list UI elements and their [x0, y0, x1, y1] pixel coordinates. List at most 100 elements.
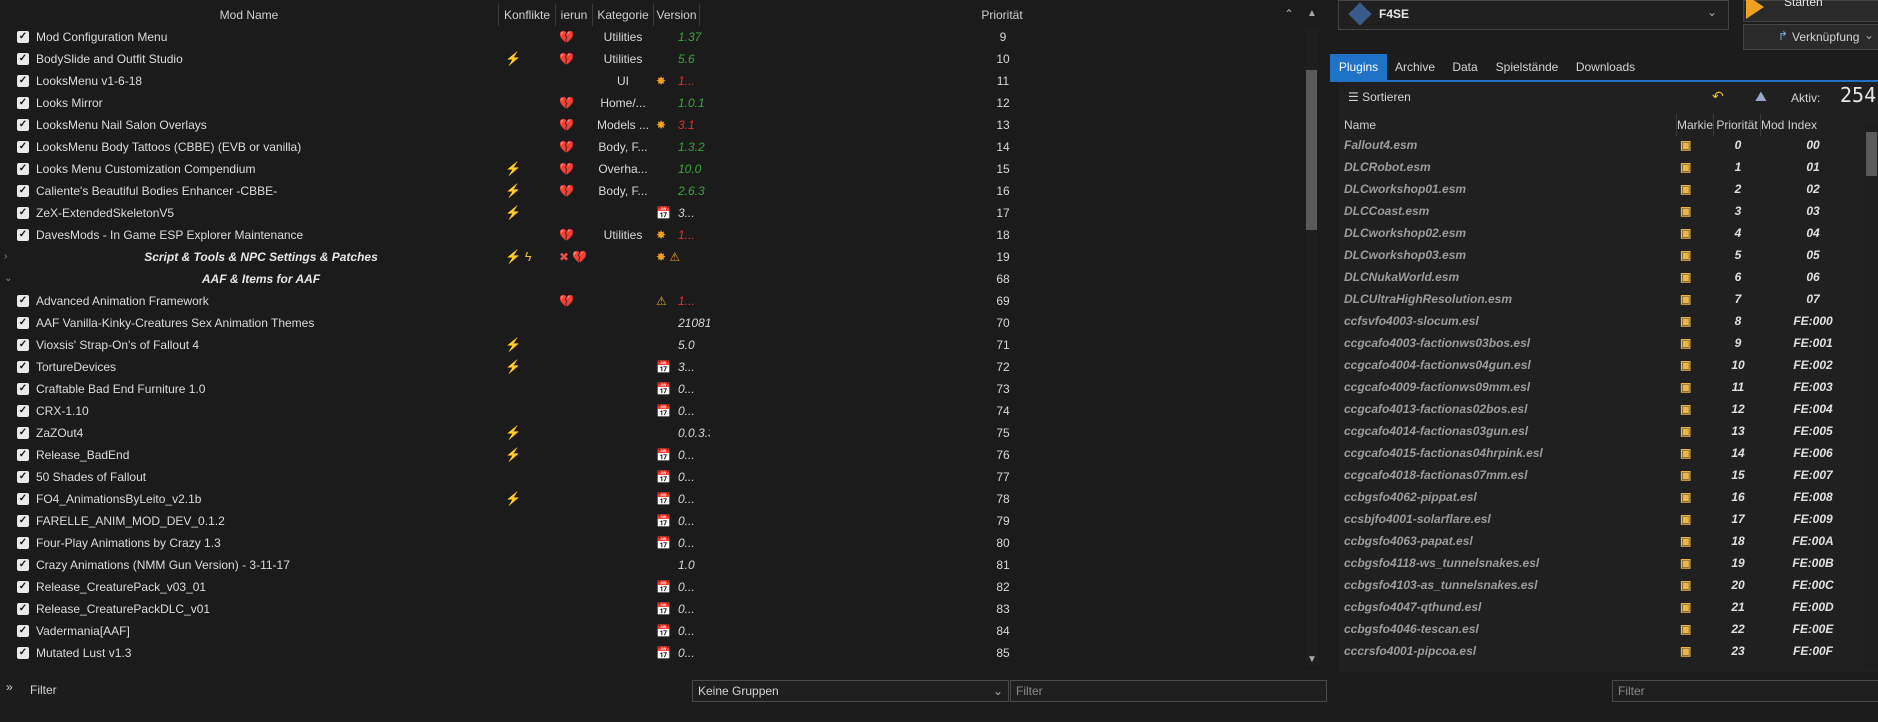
plugin-filter-input[interactable]: Filter [1612, 680, 1878, 702]
col-priority[interactable]: Priorität [700, 4, 1304, 26]
mod-enable-checkbox[interactable]: ✓ [17, 185, 29, 197]
collapse-up-icon[interactable]: ⌃ [1284, 7, 1294, 21]
col-category[interactable]: Kategorie [593, 4, 654, 26]
mod-enable-checkbox[interactable]: ✓ [17, 361, 29, 373]
col-version[interactable]: Version [654, 4, 700, 26]
col-plugin-name[interactable]: Name [1344, 114, 1677, 136]
mod-row[interactable]: ✓ BodySlide and Outfit Studio ⚡ 💔 Utilities 5… [0, 48, 1305, 70]
mod-row[interactable]: ✓ FARELLE_ANIM_MOD_DEV_0.1.2 📅 0... 79 [0, 510, 1305, 532]
filter-label[interactable]: Filter [30, 683, 57, 697]
scroll-down-icon[interactable]: ▼ [1307, 654, 1317, 665]
plugin-row[interactable]: ccfsvfo4003-slocum.esl ▣ 8 FE:000 [1340, 310, 1862, 332]
mod-enable-checkbox[interactable]: ✓ [17, 75, 29, 87]
mod-row[interactable]: ✓ Four-Play Animations by Crazy 1.3 📅 0... 8… [0, 532, 1305, 554]
col-mod-name[interactable]: Mod Name [0, 4, 499, 26]
plugin-row[interactable]: ccgcafo4014-factionas03gun.esl ▣ 13 FE:005 [1340, 420, 1862, 442]
mod-row[interactable]: ✓ Mod Configuration Menu 💔 Utilities 1.37 9 [0, 26, 1305, 48]
sort-button[interactable]: ☰ Sortieren [1348, 90, 1411, 104]
plugin-row[interactable]: ccbgsfo4063-papat.esl ▣ 18 FE:00A [1340, 530, 1862, 552]
plugin-row[interactable]: DLCCoast.esm ▣ 3 03 [1340, 200, 1862, 222]
plugin-row[interactable]: DLCRobot.esm ▣ 1 01 [1340, 156, 1862, 178]
plugin-row[interactable]: DLCNukaWorld.esm ▣ 6 06 [1340, 266, 1862, 288]
mod-row[interactable]: ✓ Looks Mirror 💔 Home/... 1.0.1 12 [0, 92, 1305, 114]
plugin-row[interactable]: ccgcafo4013-factionas02bos.esl ▣ 12 FE:004 [1340, 398, 1862, 420]
mod-row[interactable]: ✓ 50 Shades of Fallout 📅 0... 77 [0, 466, 1305, 488]
mod-row[interactable]: ✓ LooksMenu Nail Salon Overlays 💔 Models ..… [0, 114, 1305, 136]
mod-enable-checkbox[interactable]: ✓ [17, 383, 29, 395]
run-button[interactable]: Starten [1743, 0, 1878, 22]
mod-row[interactable]: ✓ ZeX-ExtendedSkeletonV5 ⚡ 📅 3... 17 [0, 202, 1305, 224]
plugins-scroll-thumb[interactable] [1866, 132, 1877, 176]
mod-enable-checkbox[interactable]: ✓ [17, 471, 29, 483]
mod-row[interactable]: ✓ DavesMods - In Game ESP Explorer Mainte… [0, 224, 1305, 246]
mod-row[interactable]: ✓ Release_CreaturePackDLC_v01 📅 0... 83 [0, 598, 1305, 620]
col-flags[interactable]: ierun [556, 4, 593, 26]
col-plugin-priority[interactable]: Priorität [1714, 114, 1761, 136]
mod-enable-checkbox[interactable]: ✓ [17, 581, 29, 593]
mod-row[interactable]: ✓ LooksMenu v1-6-18 UI ✸ 1... 11 [0, 70, 1305, 92]
mod-enable-checkbox[interactable]: ✓ [17, 427, 29, 439]
plugin-row[interactable]: DLCUltraHighResolution.esm ▣ 7 07 [1340, 288, 1862, 310]
plugin-row[interactable]: ccgcafo4004-factionws04gun.esl ▣ 10 FE:002 [1340, 354, 1862, 376]
mod-row[interactable]: ✓ Mutated Lust v1.3 📅 0... 85 [0, 642, 1305, 664]
mod-enable-checkbox[interactable]: ✓ [17, 537, 29, 549]
mod-row[interactable]: ✓ Looks Menu Customization Compendium ⚡ 💔 Ov… [0, 158, 1305, 180]
mod-row[interactable]: ✓ Crazy Animations (NMM Gun Version) - 3-… [0, 554, 1305, 576]
plugin-row[interactable]: ccbgsfo4103-as_tunnelsnakes.esl ▣ 20 FE:00C [1340, 574, 1862, 596]
mod-row[interactable]: ✓ Release_CreaturePack_v03_01 📅 0... 82 [0, 576, 1305, 598]
mod-enable-checkbox[interactable]: ✓ [17, 449, 29, 461]
mod-list-scroll-thumb[interactable] [1306, 70, 1317, 230]
mod-row[interactable]: ✓ Vadermania[AAF] 📅 0... 84 [0, 620, 1305, 642]
plugin-row[interactable]: DLCworkshop02.esm ▣ 4 04 [1340, 222, 1862, 244]
mod-enable-checkbox[interactable]: ✓ [17, 97, 29, 109]
plugin-row[interactable]: ccbgsfo4062-pippat.esl ▣ 16 FE:008 [1340, 486, 1862, 508]
expand-filter-icon[interactable]: » [6, 680, 13, 694]
mod-enable-checkbox[interactable]: ✓ [17, 207, 29, 219]
scroll-up-icon[interactable]: ▲ [1307, 8, 1317, 19]
plugin-row[interactable]: DLCworkshop03.esm ▣ 5 05 [1340, 244, 1862, 266]
tab-data[interactable]: Data [1443, 54, 1487, 80]
separator-row[interactable]: › Script & Tools & NPC Settings & Patches… [0, 246, 1305, 268]
mod-enable-checkbox[interactable]: ✓ [17, 317, 29, 329]
mod-enable-checkbox[interactable]: ✓ [17, 295, 29, 307]
plugin-row[interactable]: cccrsfo4001-pipcoa.esl ▣ 23 FE:00F [1340, 640, 1862, 662]
mod-row[interactable]: ✓ZaZOut4⚡0.0.3.3...75 [0, 422, 1305, 444]
mod-filter-input[interactable]: Filter [1010, 680, 1327, 702]
mod-row[interactable]: ✓ Release_BadEnd ⚡ 📅 0... 76 [0, 444, 1305, 466]
mod-row[interactable]: ✓ AAF Vanilla-Kinky-Creatures Sex Animati… [0, 312, 1305, 334]
shortcut-button[interactable]: ↱ Verknüpfung ⌄ [1743, 24, 1878, 50]
mod-enable-checkbox[interactable]: ✓ [17, 53, 29, 65]
mod-row[interactable]: ✓ LooksMenu Body Tattoos (CBBE) (EVB or v… [0, 136, 1305, 158]
col-conflicts[interactable]: Konflikte [499, 4, 556, 26]
plugin-row[interactable]: ccbgsfo4047-qthund.esl ▣ 21 FE:00D [1340, 596, 1862, 618]
plugin-row[interactable]: ccgcafo4009-factionws09mm.esl ▣ 11 FE:003 [1340, 376, 1862, 398]
mod-row[interactable]: ✓ Craftable Bad End Furniture 1.0 📅 0... 73 [0, 378, 1305, 400]
mod-row[interactable]: ✓ Advanced Animation Framework 💔 ⚠ 1... 69 [0, 290, 1305, 312]
mod-enable-checkbox[interactable]: ✓ [17, 163, 29, 175]
mod-enable-checkbox[interactable]: ✓ [17, 647, 29, 659]
mod-enable-checkbox[interactable]: ✓ [17, 405, 29, 417]
tab-downloads[interactable]: Downloads [1567, 54, 1644, 80]
tab-plugins[interactable]: Plugins [1330, 54, 1387, 80]
plugin-row[interactable]: ccsbjfo4001-solarflare.esl ▣ 17 FE:009 [1340, 508, 1862, 530]
mod-enable-checkbox[interactable]: ✓ [17, 31, 29, 43]
mod-enable-checkbox[interactable]: ✓ [17, 339, 29, 351]
executable-select[interactable]: F4SE ⌄ [1338, 0, 1729, 30]
mod-enable-checkbox[interactable]: ✓ [17, 559, 29, 571]
plugin-row[interactable]: ccgcafo4015-factionas04hrpink.esl ▣ 14 FE:0… [1340, 442, 1862, 464]
mod-row[interactable]: ✓ Caliente's Beautiful Bodies Enhancer -C… [0, 180, 1305, 202]
plugin-row[interactable]: ccgcafo4018-factionas07mm.esl ▣ 15 FE:007 [1340, 464, 1862, 486]
plugin-row[interactable]: DLCworkshop01.esm ▣ 2 02 [1340, 178, 1862, 200]
plugins-scrollbar[interactable] [1865, 122, 1878, 670]
mod-enable-checkbox[interactable]: ✓ [17, 229, 29, 241]
plugin-row[interactable]: Fallout4.esm ▣ 0 00 [1340, 134, 1862, 156]
mod-row[interactable]: ✓ Vioxsis' Strap-On's of Fallout 4 ⚡ 5.0 71 [0, 334, 1305, 356]
mod-row[interactable]: ✓ TortureDevices ⚡ 📅 3... 72 [0, 356, 1305, 378]
col-markers[interactable]: Markie [1677, 114, 1714, 136]
mod-enable-checkbox[interactable]: ✓ [17, 603, 29, 615]
mod-enable-checkbox[interactable]: ✓ [17, 119, 29, 131]
mod-enable-checkbox[interactable]: ✓ [17, 493, 29, 505]
restore-backup-icon[interactable]: ↶ [1712, 88, 1724, 105]
mod-enable-checkbox[interactable]: ✓ [17, 141, 29, 153]
plugin-row[interactable]: ccbgsfo4046-tescan.esl ▣ 22 FE:00E [1340, 618, 1862, 640]
